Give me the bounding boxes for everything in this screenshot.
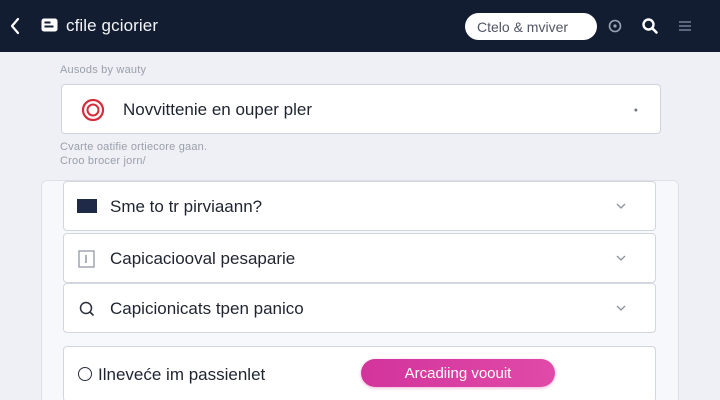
- primary-action-button[interactable]: Arcadiing voouit: [361, 359, 555, 387]
- refresh-button[interactable]: [603, 14, 627, 38]
- back-button[interactable]: [6, 14, 24, 38]
- dropdown-dot-icon: ●: [633, 107, 638, 114]
- option-row-3[interactable]: Capicionicats tpen panico: [63, 283, 656, 333]
- helper-text-1: Cvarte oatifie ortiecore gaan.: [60, 141, 208, 153]
- top-bar: cfile gciorier: [0, 0, 720, 52]
- radio-button[interactable]: [78, 367, 92, 381]
- search-button[interactable]: [638, 14, 662, 38]
- magnifier-icon: [642, 18, 658, 34]
- option-label: Sme to tr pirviaann?: [110, 197, 263, 216]
- primary-select[interactable]: Novvittenie en ouper pler ●: [61, 84, 661, 134]
- back-arrow-icon: [10, 17, 20, 35]
- chevron-down-icon: [616, 203, 626, 209]
- option-label: Capicionicats tpen panico: [110, 299, 304, 318]
- menu-button[interactable]: [673, 14, 697, 38]
- helper-text-top: Ausods by wauty: [60, 64, 147, 76]
- flag-icon: [77, 199, 97, 213]
- record-icon: [81, 98, 105, 122]
- confirm-row: Ilneveće im passienlet Arcadiing voouit: [63, 346, 656, 400]
- app-title: cfile gciorier: [66, 16, 159, 35]
- helper-text-2: Croo brocer jorn/: [60, 155, 146, 167]
- confirm-label: Ilneveće im passienlet: [98, 365, 266, 384]
- chevron-down-icon: [616, 305, 626, 311]
- search-input[interactable]: [465, 13, 597, 40]
- refresh-icon: [608, 19, 622, 33]
- option-label: Capicaciooval pesaparie: [110, 249, 296, 268]
- app-logo-icon: [41, 18, 58, 32]
- primary-select-label: Novvittenie en ouper pler: [123, 100, 313, 119]
- document-icon: [78, 250, 95, 268]
- chevron-down-icon: [616, 255, 626, 261]
- option-row-2[interactable]: Capicaciooval pesaparie: [63, 233, 656, 283]
- hamburger-menu-icon: [679, 21, 691, 31]
- option-row-1[interactable]: Sme to tr pirviaann?: [63, 181, 656, 231]
- search-icon: [79, 301, 94, 316]
